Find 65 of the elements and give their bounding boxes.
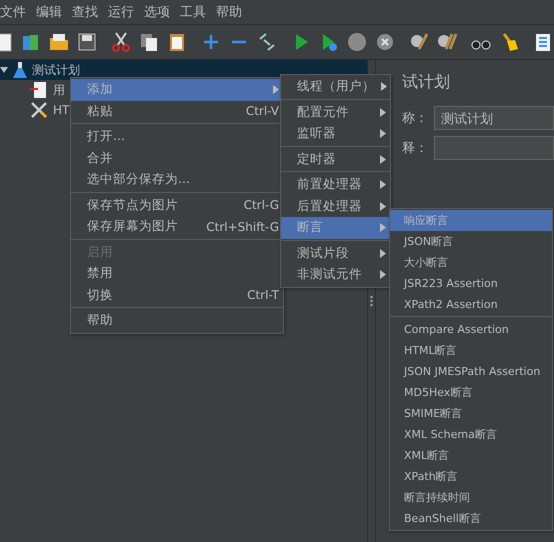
menu-item[interactable]: 打开... [71,126,283,148]
menu-title[interactable]: 帮助 [211,3,247,21]
menu-item[interactable]: MD5Hex断言 [390,382,552,403]
save-icon[interactable] [76,31,98,53]
submenu-arrow-icon [380,223,386,232]
menu-item[interactable]: 禁用 [71,263,283,284]
menu-item[interactable]: 粘贴 Ctrl-V [71,100,283,122]
menu-item[interactable]: 配置元件 [281,102,390,123]
expand-caret-icon[interactable] [0,66,8,74]
menu-item[interactable]: 合并 [71,148,283,169]
menu-item[interactable]: 前置处理器 [281,174,390,196]
menu-title[interactable]: 编辑 [31,3,67,21]
field-label: 释： [401,140,428,157]
menu-item[interactable]: JSON断言 [390,231,552,252]
menu-item[interactable]: 监听器 [281,123,390,144]
menu-title[interactable]: 选项 [139,3,175,21]
submenu-arrow-icon [380,248,386,258]
submenu-arrow-icon [380,154,386,164]
tree-label: 用 [53,82,65,98]
panel-title: 试计划 [402,72,451,93]
menu-item[interactable]: XML断言 [390,445,552,466]
field-label: 称： [401,110,428,127]
menu-item[interactable]: 选中部分保存为... [71,169,283,190]
submenu-arrow-icon [380,129,386,138]
submenu-arrow-icon [273,85,279,94]
scissors-icon[interactable] [110,31,132,53]
menu-item[interactable]: 定时器 [281,148,390,170]
menu-item[interactable]: XPath2 Assertion [390,294,552,315]
menu-item[interactable]: 后置处理器 [281,196,390,217]
menu-item[interactable]: 大小断言 [390,252,552,273]
submenu-arrow-icon [380,180,386,190]
menu-item[interactable]: 保存节点为图片 Ctrl-G [71,194,283,216]
menu-item[interactable]: 非测试元件 [281,264,390,286]
document-arrow-icon [30,81,48,99]
menu-title[interactable]: 查找 [67,3,103,21]
submenu-arrow-icon [381,82,387,92]
copy-icon[interactable] [138,31,160,53]
menu-item[interactable]: 断言持续时间 [390,487,552,508]
menu-title[interactable]: 工具 [175,3,211,21]
input-field[interactable] [434,136,554,160]
tree-label: HT [53,103,70,117]
tree-label: 测试计划 [32,62,80,78]
menu-item[interactable]: XML Schema断言 [390,424,552,445]
menu-item[interactable]: 测试片段 [281,242,390,264]
menu-title[interactable]: 文件 [0,3,31,21]
splitter-grip-icon[interactable] [370,295,373,307]
menu-item[interactable]: 保存屏幕为图片 Ctrl+Shift-G [71,216,283,238]
menu-item[interactable]: XPath断言 [390,466,552,487]
menu-item[interactable]: BeanShell断言 [390,508,552,529]
menu-item[interactable]: JSR223 Assertion [390,273,552,294]
submenu-arrow-icon [380,202,386,211]
menu-title[interactable]: 运行 [103,3,139,21]
menu-item[interactable]: SMIME断言 [390,403,552,424]
submenu-arrow-icon [380,270,386,280]
menu-item[interactable]: 帮助 [71,310,283,332]
menu-item[interactable]: Compare Assertion [390,319,552,340]
submenu-arrow-icon [380,108,386,117]
shutdown-icon[interactable] [374,31,396,53]
menu-item[interactable]: JSON JMESPath Assertion [390,361,552,382]
wrench-screwdriver-icon [30,101,48,119]
open-folder-icon[interactable] [48,31,70,53]
menu-item[interactable]: HTML断言 [390,340,552,361]
input-field[interactable]: 测试计划 [434,106,554,130]
menu-item[interactable]: 切换 Ctrl-T [71,284,283,306]
flask-icon [13,61,27,79]
